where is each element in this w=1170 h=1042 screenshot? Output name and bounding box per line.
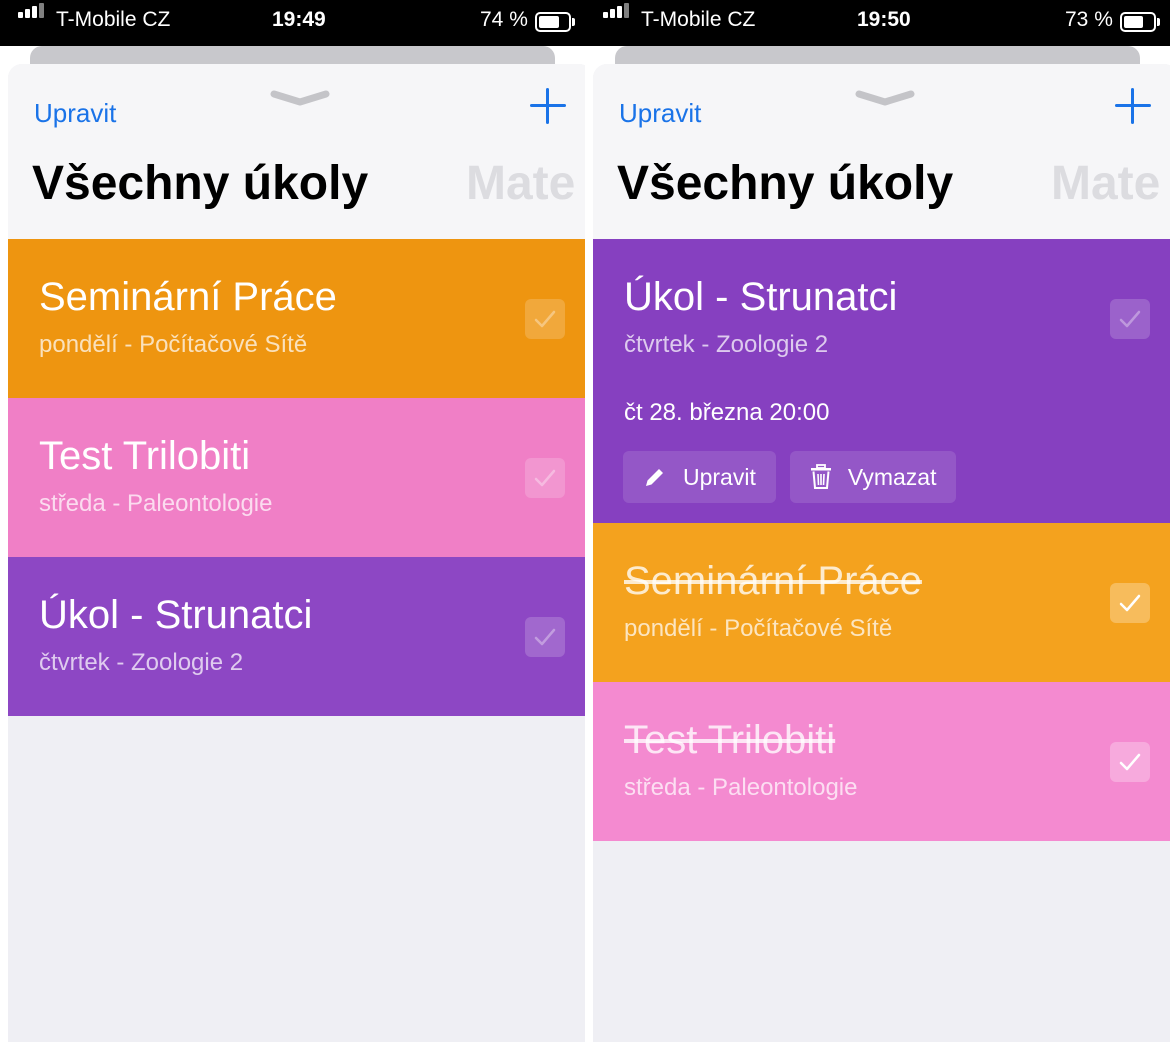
status-bar: T-Mobile CZ 19:50 73 %	[585, 0, 1170, 46]
task-list: Seminární Práce pondělí - Počítačové Sít…	[8, 239, 585, 716]
task-checkbox[interactable]	[1110, 742, 1150, 782]
status-time: 19:49	[272, 8, 326, 31]
page-title: Všechny úkoly	[32, 157, 369, 210]
status-time: 19:50	[857, 8, 911, 31]
chevron-down-icon[interactable]	[855, 90, 915, 106]
task-title: Úkol - Strunatci	[624, 275, 898, 319]
tab-next-peek[interactable]: Mate	[466, 156, 575, 211]
screen-right: T-Mobile CZ 19:50 73 % Upravit Všechny ú…	[585, 0, 1170, 1042]
task-checkbox[interactable]	[525, 617, 565, 657]
task-checkbox[interactable]	[1110, 583, 1150, 623]
carrier-name: T-Mobile CZ	[641, 8, 756, 31]
list-item[interactable]: Test Trilobiti středa - Paleontologie	[593, 682, 1170, 841]
checkmark-icon	[1119, 310, 1141, 328]
task-actions: Upravit Vymazat	[623, 451, 957, 503]
sheet-header: Upravit Všechny úkoly Mate	[8, 64, 585, 240]
task-list: Úkol - Strunatci čtvrtek - Zoologie 2 čt…	[593, 239, 1170, 841]
tab-next-peek[interactable]: Mate	[1051, 156, 1160, 211]
edit-button[interactable]: Upravit	[34, 98, 116, 129]
edit-task-button[interactable]: Upravit	[623, 451, 776, 503]
task-checkbox[interactable]	[525, 458, 565, 498]
list-item[interactable]: Úkol - Strunatci čtvrtek - Zoologie 2	[8, 557, 585, 716]
task-sheet: Upravit Všechny úkoly Mate Úkol - Struna…	[593, 64, 1170, 1042]
checkmark-icon	[534, 469, 556, 487]
task-checkbox[interactable]	[525, 299, 565, 339]
edit-task-label: Upravit	[683, 463, 756, 490]
carrier-name: T-Mobile CZ	[56, 8, 171, 31]
task-title: Seminární Práce	[624, 559, 922, 603]
status-bar: T-Mobile CZ 19:49 74 %	[0, 0, 585, 46]
page-title: Všechny úkoly	[617, 157, 954, 210]
pencil-icon	[646, 469, 663, 486]
delete-task-label: Vymazat	[847, 463, 937, 490]
task-due-date: čt 28. března 20:00	[624, 399, 830, 426]
plus-icon[interactable]	[528, 86, 568, 126]
battery-percent: 74 %	[480, 8, 528, 31]
delete-task-button[interactable]: Vymazat	[789, 451, 957, 503]
battery-icon	[1120, 12, 1156, 32]
task-subtitle: středa - Paleontologie	[624, 774, 858, 801]
task-sheet: Upravit Všechny úkoly Mate Seminární Prá…	[8, 64, 585, 1042]
task-subtitle: pondělí - Počítačové Sítě	[624, 615, 893, 642]
task-subtitle: pondělí - Počítačové Sítě	[39, 331, 308, 358]
trash-icon	[810, 464, 831, 489]
list-item[interactable]: Seminární Práce pondělí - Počítačové Sít…	[8, 239, 585, 398]
checkmark-icon	[1119, 594, 1141, 612]
task-checkbox[interactable]	[1110, 299, 1150, 339]
battery-percent: 73 %	[1065, 8, 1113, 31]
sheet-header: Upravit Všechny úkoly Mate	[593, 64, 1170, 240]
checkmark-icon	[1119, 753, 1141, 771]
task-title: Test Trilobiti	[39, 434, 251, 478]
checkmark-icon	[534, 310, 556, 328]
edit-button[interactable]: Upravit	[619, 98, 701, 129]
battery-icon	[535, 12, 571, 32]
list-item-expanded[interactable]: Úkol - Strunatci čtvrtek - Zoologie 2 čt…	[593, 239, 1170, 523]
list-item[interactable]: Seminární Práce pondělí - Počítačové Sít…	[593, 523, 1170, 682]
task-title: Test Trilobiti	[624, 718, 836, 762]
list-item[interactable]: Test Trilobiti středa - Paleontologie	[8, 398, 585, 557]
task-title: Seminární Práce	[39, 275, 337, 319]
task-subtitle: středa - Paleontologie	[39, 490, 273, 517]
checkmark-icon	[534, 628, 556, 646]
task-subtitle: čtvrtek - Zoologie 2	[39, 649, 244, 676]
task-title: Úkol - Strunatci	[39, 593, 313, 637]
chevron-down-icon[interactable]	[270, 90, 330, 106]
screen-left: T-Mobile CZ 19:49 74 % Upravit Všechny ú…	[0, 0, 585, 1042]
plus-icon[interactable]	[1113, 86, 1153, 126]
task-subtitle: čtvrtek - Zoologie 2	[624, 331, 829, 358]
